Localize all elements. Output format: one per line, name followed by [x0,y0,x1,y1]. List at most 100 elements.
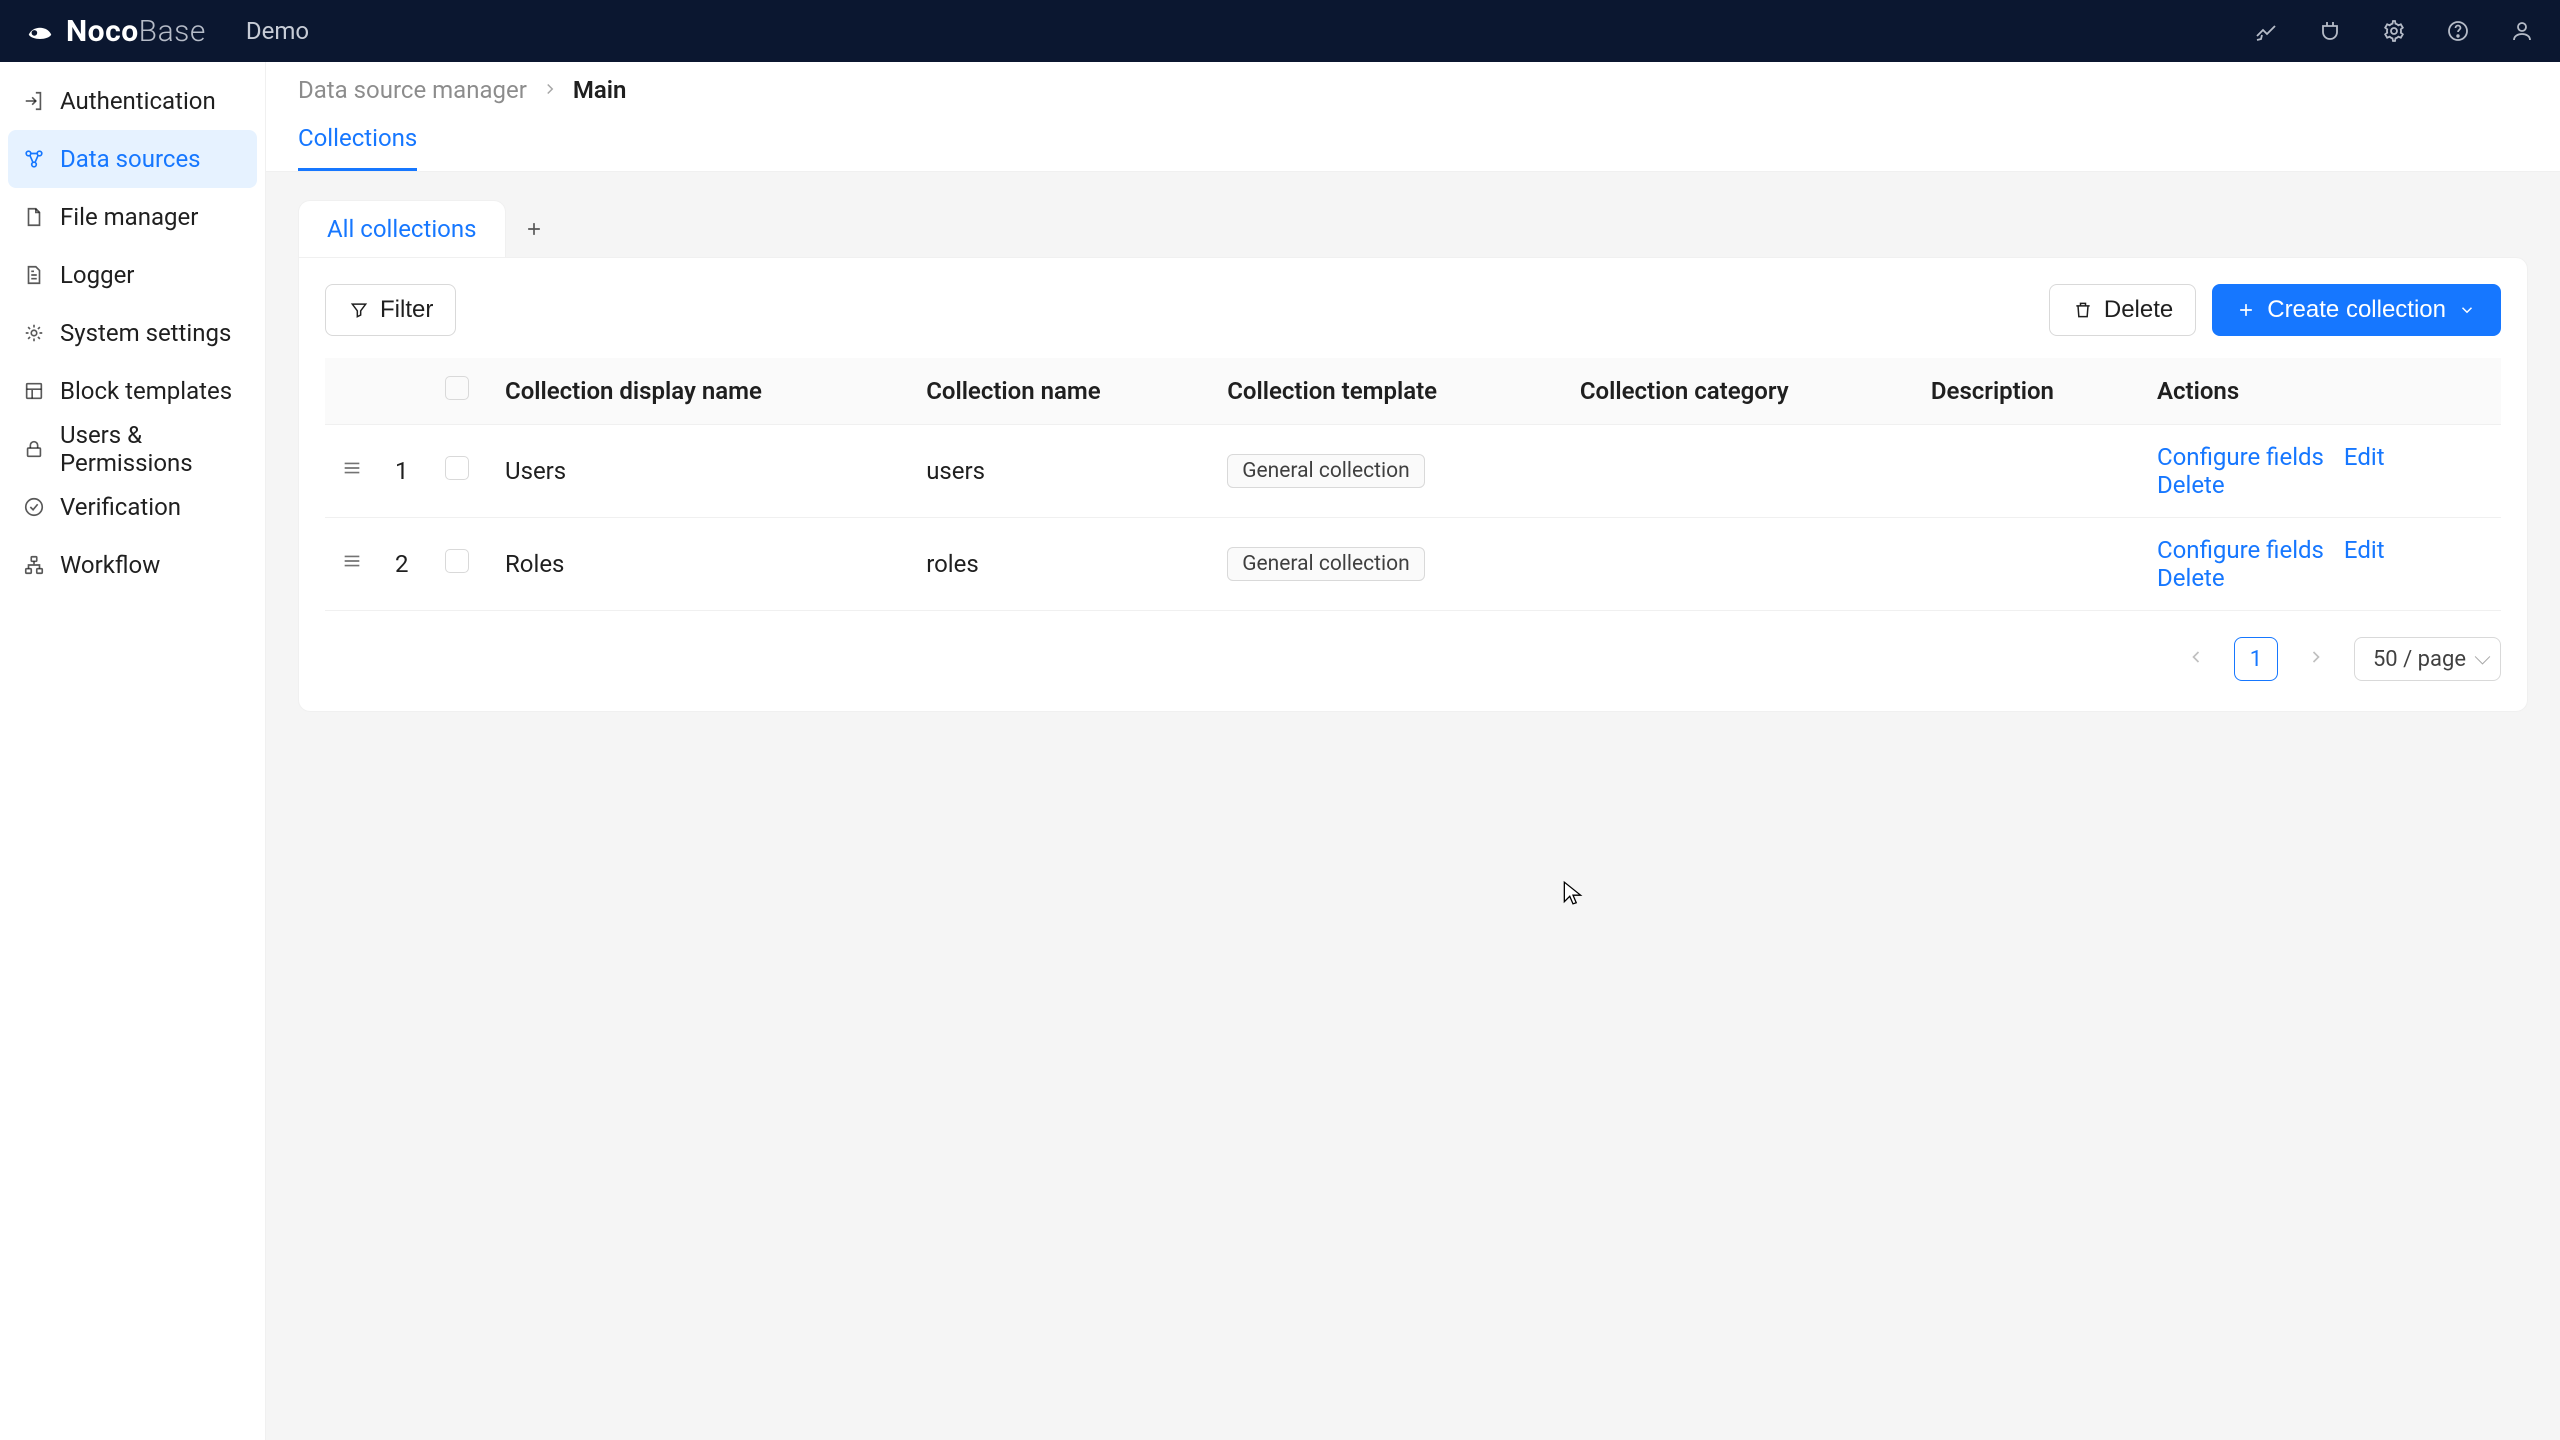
sidebar-item-label: Verification [60,493,181,521]
col-category[interactable]: Collection category [1564,358,1915,425]
col-index [379,358,429,425]
cell-category [1564,518,1915,611]
breadcrumb: Data source manager Main [266,62,2560,110]
header-actions [2252,17,2536,45]
cell-name: users [910,425,1211,518]
row-checkbox[interactable] [445,456,469,480]
collections-panel: Filter Delete Create collection [298,257,2528,712]
sidebar: Authentication Data sources File manager… [0,62,266,1440]
design-mode-icon[interactable] [2252,17,2280,45]
layout-icon [22,379,46,403]
sidebar-item-label: System settings [60,319,231,347]
template-tag: General collection [1227,547,1424,581]
col-actions: Actions [2141,358,2501,425]
logo[interactable]: NocoBase [24,14,206,49]
cell-display-name: Users [489,425,910,518]
tab-all-collections[interactable]: All collections [298,200,506,257]
drag-handle-icon[interactable] [341,550,363,572]
help-icon[interactable] [2444,17,2472,45]
action-configure-fields[interactable]: Configure fields [2157,443,2324,471]
breadcrumb-parent[interactable]: Data source manager [298,76,527,104]
settings-icon [22,321,46,345]
collections-table: Collection display name Collection name … [325,358,2501,611]
select-all-checkbox[interactable] [445,376,469,400]
sidebar-item-label: Logger [60,261,134,289]
cell-description [1915,425,2141,518]
inner-tabs: Collections [266,110,2560,172]
breadcrumb-current: Main [573,76,627,104]
col-template[interactable]: Collection template [1211,358,1564,425]
table-row: 1 Users users General collection Configu… [325,425,2501,518]
col-display-name[interactable]: Collection display name [489,358,910,425]
header-menu-demo[interactable]: Demo [246,17,309,45]
col-name[interactable]: Collection name [910,358,1211,425]
action-configure-fields[interactable]: Configure fields [2157,536,2324,564]
row-checkbox[interactable] [445,549,469,573]
cell-template: General collection [1211,425,1564,518]
delete-label: Delete [2104,296,2173,324]
plugin-icon[interactable] [2316,17,2344,45]
create-label: Create collection [2267,296,2446,324]
pagination: 1 50 / page [325,637,2501,681]
action-edit[interactable]: Edit [2344,536,2385,564]
trash-icon [2072,299,2094,321]
create-collection-button[interactable]: Create collection [2212,284,2501,336]
chevron-right-icon [541,76,559,104]
plus-icon [2235,299,2257,321]
sidebar-item-label: Data sources [60,145,201,173]
cell-template: General collection [1211,518,1564,611]
cell-category [1564,425,1915,518]
cluster-icon [22,147,46,171]
sidebar-item-file-manager[interactable]: File manager [8,188,257,246]
cell-description [1915,518,2141,611]
sidebar-item-data-sources[interactable]: Data sources [8,130,257,188]
sidebar-item-label: Workflow [60,551,160,579]
sidebar-item-label: File manager [60,203,198,231]
sidebar-item-block-templates[interactable]: Block templates [8,362,257,420]
sidebar-item-label: Users & Permissions [60,421,243,477]
app-header: NocoBase Demo [0,0,2560,62]
pager-prev[interactable] [2176,639,2216,679]
lock-icon [22,437,46,461]
login-icon [22,89,46,113]
filter-button[interactable]: Filter [325,284,456,336]
sidebar-item-system-settings[interactable]: System settings [8,304,257,362]
cell-name: roles [910,518,1211,611]
sidebar-item-logger[interactable]: Logger [8,246,257,304]
action-delete[interactable]: Delete [2157,471,2225,499]
sidebar-item-label: Authentication [60,87,216,115]
filter-label: Filter [380,296,433,324]
sidebar-item-authentication[interactable]: Authentication [8,72,257,130]
delete-button[interactable]: Delete [2049,284,2196,336]
card-tabs: All collections [298,200,2528,257]
add-tab-button[interactable] [506,200,562,257]
cell-actions: Configure fields Edit Delete [2141,425,2501,518]
cell-actions: Configure fields Edit Delete [2141,518,2501,611]
row-index: 1 [379,425,429,518]
sidebar-item-label: Block templates [60,377,232,405]
pager-next[interactable] [2296,639,2336,679]
tab-collections[interactable]: Collections [298,110,417,171]
col-checkbox [429,358,489,425]
file-text-icon [22,263,46,287]
toolbar: Filter Delete Create collection [325,284,2501,336]
sidebar-item-workflow[interactable]: Workflow [8,536,257,594]
user-icon[interactable] [2508,17,2536,45]
settings-icon[interactable] [2380,17,2408,45]
sidebar-item-users-permissions[interactable]: Users & Permissions [8,420,257,478]
filter-icon [348,299,370,321]
pager-size-select[interactable]: 50 / page [2354,637,2501,681]
pager-page-1[interactable]: 1 [2234,637,2278,681]
main-area: Data source manager Main Collections All… [266,62,2560,1440]
partition-icon [22,553,46,577]
action-edit[interactable]: Edit [2344,443,2385,471]
table-header-row: Collection display name Collection name … [325,358,2501,425]
drag-handle-icon[interactable] [341,457,363,479]
sidebar-item-verification[interactable]: Verification [8,478,257,536]
table-row: 2 Roles roles General collection Configu… [325,518,2501,611]
action-delete[interactable]: Delete [2157,564,2225,592]
col-drag [325,358,379,425]
col-description[interactable]: Description [1915,358,2141,425]
chevron-down-icon [2456,299,2478,321]
logo-text: NocoBase [66,14,206,49]
